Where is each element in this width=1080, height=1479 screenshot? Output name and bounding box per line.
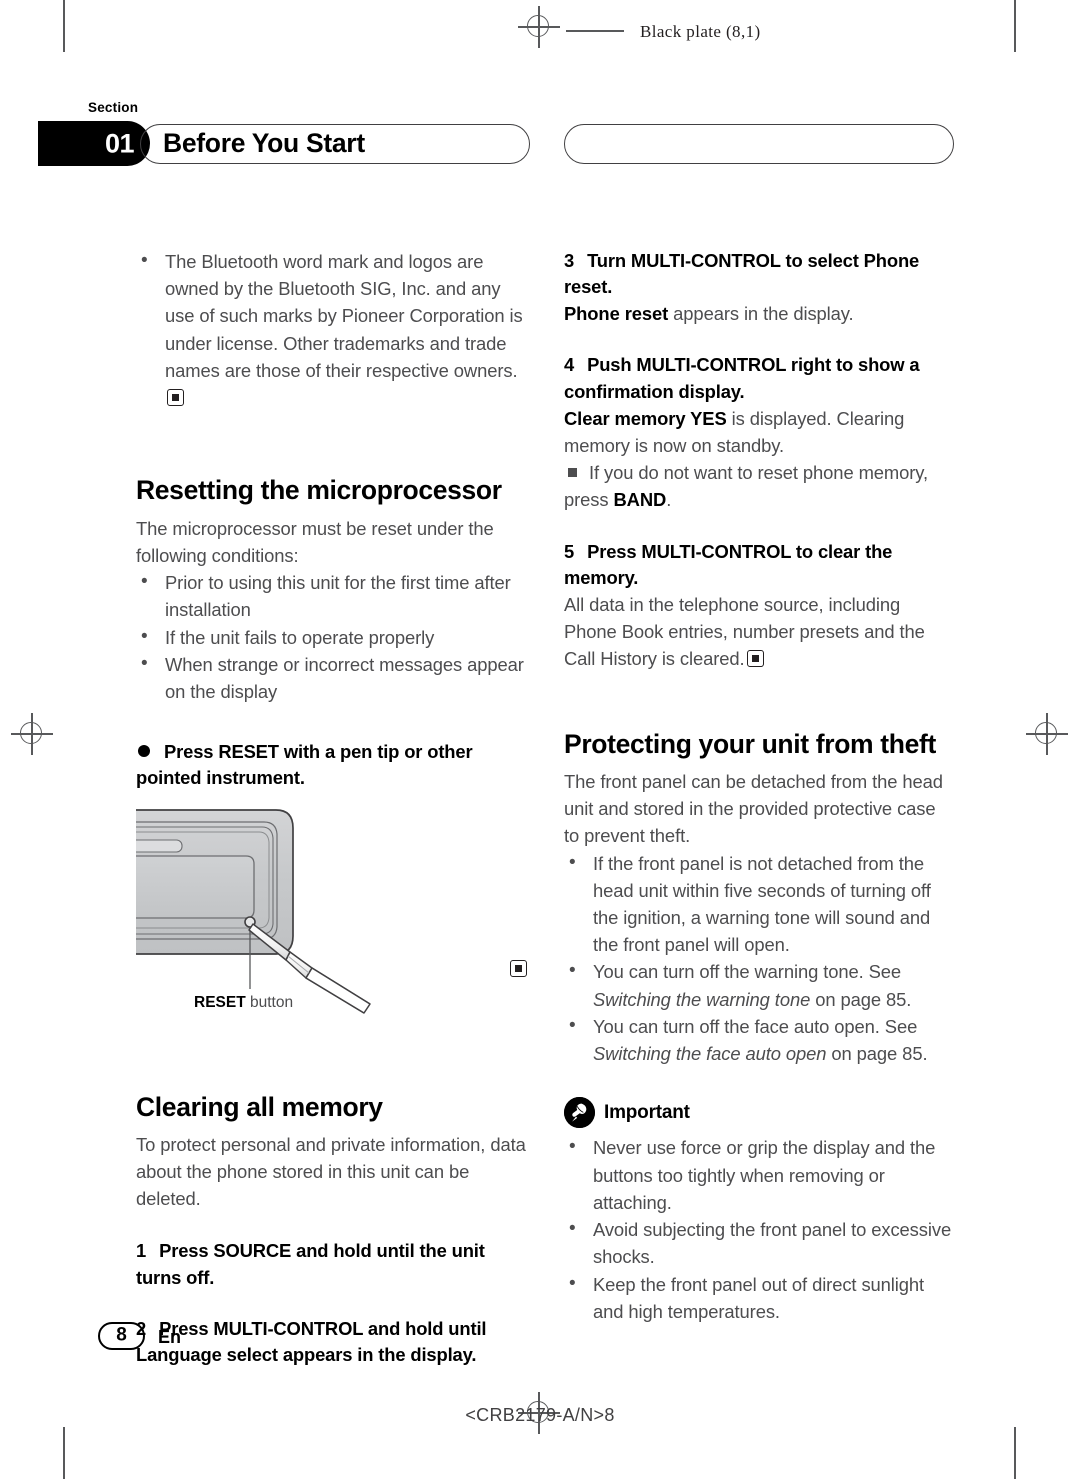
reset-button-illustration: RESET button xyxy=(125,806,526,1024)
registration-mark-right xyxy=(1026,713,1068,755)
section-label: Section xyxy=(88,100,139,115)
list-item: When strange or incorrect messages appea… xyxy=(136,650,526,705)
figure-caption-rest: button xyxy=(245,993,294,1011)
page-title-pill: Before You Start xyxy=(140,124,530,164)
reset-condition-1: Prior to using this unit for the first t… xyxy=(165,572,511,621)
end-of-topic-icon-figure xyxy=(508,960,527,980)
step-2: 2 Press MULTI-CONTROL and hold until Lang… xyxy=(136,1316,526,1368)
step-3-number: 3 xyxy=(564,250,575,271)
page-number: 8 xyxy=(116,1324,127,1346)
figure-caption: RESET button xyxy=(194,994,293,1012)
step-4-subnote-bold: BAND xyxy=(613,489,667,511)
step-3: 3 Turn MULTI-CONTROL to select Phone rese… xyxy=(564,248,954,300)
left-column: The Bluetooth word mark and logos are ow… xyxy=(125,247,526,1368)
important-label: Important xyxy=(604,1101,690,1123)
step-5-note-text: All data in the telephone source, includ… xyxy=(564,593,925,670)
registration-mark-left xyxy=(11,713,53,755)
theft-bullet-2-a: You can turn off the warning tone. See xyxy=(593,961,902,983)
right-column: 3 Turn MULTI-CONTROL to select Phone rese… xyxy=(564,248,954,1325)
crop-mark-left-bottom xyxy=(63,1427,65,1479)
step-3-note-rest: appears in the display. xyxy=(668,303,854,325)
theft-bullets-list: If the front panel is not detached from … xyxy=(564,849,954,1068)
filled-circle-bullet-icon xyxy=(138,745,150,758)
step-1: 1 Press SOURCE and hold until the unit tu… xyxy=(136,1238,526,1290)
page-title: Before You Start xyxy=(163,127,365,158)
step-4-text: Push MULTI-CONTROL right to show a confi… xyxy=(564,354,920,402)
step-4: 4 Push MULTI-CONTROL right to show a conf… xyxy=(564,352,954,404)
document-code: <CRB2179-A/N>8 xyxy=(465,1405,615,1425)
step-4-number: 4 xyxy=(564,354,575,376)
step-5-number: 5 xyxy=(564,540,575,562)
step-1-text: Press SOURCE and hold until the unit tur… xyxy=(136,1240,485,1288)
step-5-text: Press MULTI-CONTROL to clear the memory. xyxy=(564,540,893,588)
page-title-pill-empty xyxy=(564,124,954,164)
crop-rule-top-right xyxy=(566,30,624,32)
step-1-number: 1 xyxy=(136,1240,147,1262)
important-bullet-1: Never use force or grip the display and … xyxy=(593,1137,936,1213)
page-number-pill: 8 xyxy=(98,1322,145,1350)
list-item: The Bluetooth word mark and logos are ow… xyxy=(136,247,526,411)
heading-clearing-all-memory: Clearing all memory xyxy=(136,1091,383,1122)
theft-bullet-3-a: You can turn off the face auto open. See xyxy=(593,1015,918,1037)
registration-mark-top xyxy=(518,6,560,48)
step-4-note-bold: Clear memory YES xyxy=(564,407,727,429)
list-item: You can turn off the warning tone. See S… xyxy=(564,957,954,1012)
list-item: Keep the front panel out of direct sunli… xyxy=(564,1270,954,1325)
list-item: Never use force or grip the display and … xyxy=(564,1133,954,1216)
square-bullet-icon xyxy=(568,468,577,478)
step-3-note-bold: Phone reset xyxy=(564,303,669,325)
figure-caption-bold: RESET xyxy=(194,993,246,1011)
step-5: 5 Press MULTI-CONTROL to clear the memory… xyxy=(564,539,954,591)
section-number-tab: 01 xyxy=(38,121,150,166)
theft-bullet-2-b: on page 85. xyxy=(810,988,912,1010)
step-3-note: Phone reset appears in the display. xyxy=(564,300,954,327)
section-number: 01 xyxy=(104,128,135,158)
list-item: You can turn off the face auto open. See… xyxy=(564,1012,954,1067)
reset-condition-2: If the unit fails to operate properly xyxy=(165,626,435,648)
registration-mark-ring xyxy=(1035,722,1057,744)
end-of-topic-icon xyxy=(510,960,527,977)
end-of-topic-icon xyxy=(167,389,184,407)
clearing-intro-text: To protect personal and private informat… xyxy=(136,1133,526,1210)
list-item: Avoid subjecting the front panel to exce… xyxy=(564,1215,954,1270)
trademark-text: The Bluetooth word mark and logos are ow… xyxy=(165,251,523,381)
list-item: If the unit fails to operate properly xyxy=(136,623,526,651)
reset-condition-3: When strange or incorrect messages appea… xyxy=(165,653,524,703)
pushpin-icon xyxy=(564,1097,595,1129)
trademark-list: The Bluetooth word mark and logos are ow… xyxy=(136,247,526,411)
theft-bullet-1: If the front panel is not detached from … xyxy=(593,852,931,956)
theft-bullet-2-italic: Switching the warning tone xyxy=(593,988,811,1010)
theft-bullet-3-b: on page 85. xyxy=(826,1043,928,1065)
important-heading: Important xyxy=(564,1097,954,1129)
crop-mark-right-top xyxy=(1014,0,1016,52)
list-item: If the front panel is not detached from … xyxy=(564,849,954,959)
list-item: Prior to using this unit for the first t… xyxy=(136,568,526,623)
step-4-subnote: If you do not want to reset phone memory… xyxy=(564,459,954,513)
heading-resetting-microprocessor: Resetting the microprocessor xyxy=(136,475,502,506)
step-4-subnote-b: . xyxy=(666,489,672,511)
important-bullet-2: Avoid subjecting the front panel to exce… xyxy=(593,1219,952,1268)
reset-conditions-list: Prior to using this unit for the first t… xyxy=(136,568,526,705)
theft-intro-text: The front panel can be detached from the… xyxy=(564,770,943,847)
reset-action-step: Press RESET with a pen tip or other poin… xyxy=(136,739,526,791)
crop-mark-right-bottom xyxy=(1014,1427,1016,1479)
pushpin-glyph-svg xyxy=(564,1097,595,1129)
step-5-note: All data in the telephone source, includ… xyxy=(564,591,954,673)
registration-mark-ring xyxy=(527,15,549,37)
important-bullet-3: Keep the front panel out of direct sunli… xyxy=(593,1273,925,1322)
theft-bullet-3-italic: Switching the face auto open xyxy=(593,1043,827,1065)
important-bullets-list: Never use force or grip the display and … xyxy=(564,1133,954,1325)
head-unit-diagram-svg xyxy=(125,808,371,1014)
registration-mark-ring xyxy=(20,722,42,744)
step-2-text: Press MULTI-CONTROL and hold until Langu… xyxy=(136,1317,487,1365)
crop-mark-left-top xyxy=(63,0,65,52)
black-plate-marker: Black plate (8,1) xyxy=(640,22,761,41)
step-4-note: Clear memory YES is displayed. Clearing … xyxy=(564,405,954,459)
language-code: En xyxy=(158,1327,182,1347)
reset-action-text: Press RESET with a pen tip or other poin… xyxy=(136,741,473,789)
reset-intro-text: The microprocessor must be reset under t… xyxy=(136,517,494,566)
step-3-text: Turn MULTI-CONTROL to select Phone reset… xyxy=(564,250,920,298)
end-of-topic-icon xyxy=(746,650,764,668)
heading-protecting-unit-from-theft: Protecting your unit from theft xyxy=(564,728,936,759)
